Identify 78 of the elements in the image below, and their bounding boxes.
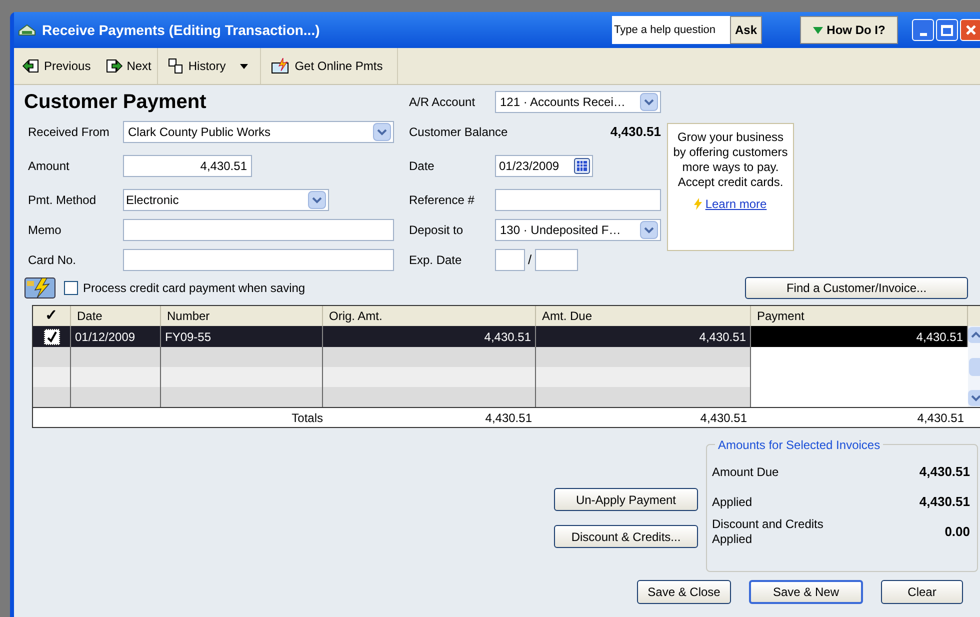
toolbar-button[interactable]: Previous [22,57,91,75]
maximize-button[interactable] [936,19,958,41]
field-label: Customer Balance [409,124,509,141]
totals-label: Totals [292,410,323,426]
dropdown-icon[interactable] [640,221,658,239]
scrollbar[interactable] [968,326,980,407]
summary-label: Applied [712,494,754,510]
row-checkbox[interactable] [44,328,60,344]
forward-arrow-icon [104,58,123,74]
window-title: Receive Payments (Editing Transaction...) [42,20,320,40]
dropdown-field[interactable]: 121 · Accounts Recei… [495,91,661,113]
help-search-field[interactable]: Type a help question [612,16,730,44]
calendar-icon[interactable] [574,158,590,174]
field-label: Pmt. Method [27,192,98,209]
month-field[interactable] [495,249,525,271]
back-arrow-icon [22,58,40,74]
ask-button[interactable]: Ask [730,16,762,44]
promo-text: Grow your business by offering customers more ways to pay. Accept credit cards. [672,130,789,190]
scroll-down-icon[interactable] [971,394,980,402]
dropdown-field[interactable]: Electronic [123,189,329,211]
toolbar-button[interactable]: Next [104,57,152,75]
footer-button[interactable]: Save & New [749,580,863,604]
field-label: Received From [27,124,110,141]
minimize-button[interactable] [912,19,934,41]
checkbox[interactable] [64,281,78,295]
summary-value: 0.00 [944,523,971,542]
text-field[interactable] [123,219,394,241]
how-do-i-button[interactable]: How Do I? [800,16,898,44]
field-label: A/R Account [409,94,476,111]
summary-value: 4,430.51 [919,463,971,482]
footer-button[interactable]: Save & Close [637,580,731,604]
field-label: Reference # [409,192,476,209]
date-field[interactable]: 01/23/2009 [495,155,593,177]
table-cell: 4,430.51 [751,326,968,347]
text-field[interactable] [123,249,394,271]
total-value: 4,430.51 [485,410,532,426]
field-label: Amount [27,158,70,175]
dropdown-icon[interactable] [308,191,326,209]
field-label: Deposit to [409,222,464,239]
year-field[interactable] [534,249,578,271]
close-button[interactable] [960,19,980,41]
credit-card-icon [24,277,56,299]
field-label: Memo [27,222,62,239]
table-row[interactable]: 01/12/2009 FY09-55 4,430.51 4,430.51 4,430.51 [33,326,968,347]
check-lightning-icon [270,58,291,74]
total-value: 4,430.51 [700,410,747,426]
caret-icon [812,26,823,34]
documents-icon [168,58,184,74]
house-icon [18,24,36,36]
total-value: 4,430.51 [917,410,964,426]
dropdown-field[interactable]: Clark County Public Works [123,121,394,143]
text-field[interactable] [495,189,661,211]
field-label: Date [409,158,436,175]
summary-value: 4,430.51 [919,493,971,512]
learn-more-link[interactable]: Learn more [705,195,767,213]
summary-label: Discount and Credits Applied [712,517,824,547]
dropdown-icon[interactable] [640,93,658,111]
amount-field[interactable]: 4,430.51 [123,155,252,177]
field-label: Exp. Date [409,252,463,269]
form-heading: Customer Payment [24,90,206,115]
toolbar-button[interactable]: Get Online Pmts [270,57,383,75]
action-button[interactable]: Un-Apply Payment [554,488,698,511]
date-separator: / [528,251,532,270]
dropdown-field[interactable]: 130 · Undeposited F… [495,219,661,241]
action-button[interactable]: Discount & Credits... [554,525,698,548]
balance-value: 4,430.51 [609,123,661,142]
scroll-up-icon[interactable] [971,331,980,339]
caret-icon[interactable] [240,64,248,68]
field-label: Card No. [27,252,78,269]
scroll-thumb[interactable] [969,358,980,376]
close-icon [965,24,977,36]
lightning-icon [694,198,702,210]
dropdown-icon[interactable] [373,123,391,141]
checkbox-label: Process credit card payment when saving [83,280,306,297]
toolbar-button[interactable]: History [168,57,226,75]
footer-button[interactable]: Clear [881,580,963,604]
find-customer-button[interactable]: Find a Customer/Invoice... [745,277,968,299]
summary-label: Amount Due [712,464,780,480]
